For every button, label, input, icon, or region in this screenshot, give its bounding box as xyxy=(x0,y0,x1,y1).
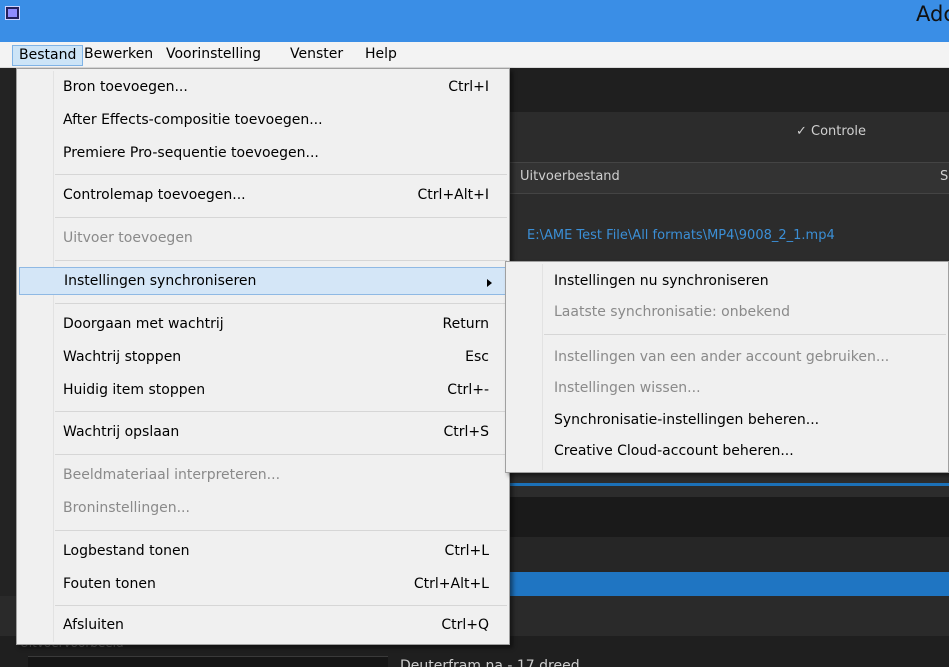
menu-item-source-settings: Broninstellingen... xyxy=(19,495,507,523)
menu-item-label: Huidig item stoppen xyxy=(63,382,206,398)
menu-item-label: Beeldmateriaal interpreteren... xyxy=(63,467,281,483)
menu-bar: Bestand Bewerken Voorinstelling Venster … xyxy=(0,42,949,68)
menu-separator xyxy=(55,303,507,304)
app-toolbar xyxy=(509,68,949,112)
menu-item-label: Instellingen van een ander account gebru… xyxy=(554,349,890,365)
menu-item-stop-queue[interactable]: Wachtrij stoppen Esc xyxy=(19,344,507,372)
encoding-progress-bar xyxy=(509,572,949,596)
column-header-status[interactable]: S xyxy=(940,169,948,184)
menu-separator xyxy=(55,411,507,412)
menu-separator xyxy=(55,605,507,606)
menu-item-label: Instellingen synchroniseren xyxy=(64,273,257,289)
menu-item-add-premiere-seq[interactable]: Premiere Pro-sequentie toevoegen... xyxy=(19,140,507,168)
watch-folder-checkbox[interactable]: ✓ Controle xyxy=(796,124,866,139)
panel-divider xyxy=(509,483,949,486)
menu-item-label: Broninstellingen... xyxy=(63,500,190,516)
menu-item-add-watch-folder[interactable]: Controlemap toevoegen... Ctrl+Alt+I xyxy=(19,182,507,210)
encoding-panel-header xyxy=(509,497,949,537)
menu-item-interpret-footage: Beeldmateriaal interpreteren... xyxy=(19,462,507,490)
menu-item-add-ae-comp[interactable]: After Effects-compositie toevoegen... xyxy=(19,107,507,135)
menu-item-label: Fouten tonen xyxy=(63,576,156,592)
submenu-arrow-icon xyxy=(487,279,492,287)
submenu-item-clear-settings: Instellingen wissen... xyxy=(508,375,946,403)
menu-item-shortcut: Return xyxy=(442,316,489,332)
output-file-link[interactable]: E:\AME Test File\All formats\MP4\9008_2_… xyxy=(527,228,835,243)
menu-item-stop-current[interactable]: Huidig item stoppen Ctrl+- xyxy=(19,377,507,405)
output-preview-area xyxy=(28,656,388,667)
menu-item-label: Synchronisatie-instellingen beheren... xyxy=(554,412,820,428)
menu-item-shortcut: Ctrl+Alt+L xyxy=(413,576,489,592)
encoding-panel-row xyxy=(509,537,949,572)
menu-separator xyxy=(544,334,946,335)
menu-item-label: After Effects-compositie toevoegen... xyxy=(63,112,323,128)
menu-item-label: Wachtrij stoppen xyxy=(63,349,182,365)
submenu-item-manage-sync[interactable]: Synchronisatie-instellingen beheren... xyxy=(508,407,946,435)
menu-voorinstelling[interactable]: Voorinstelling xyxy=(160,45,267,66)
menu-item-sync-settings[interactable]: Instellingen synchroniseren xyxy=(19,267,507,295)
menu-item-add-output: Uitvoer toevoegen xyxy=(19,225,507,253)
menu-bestand[interactable]: Bestand xyxy=(12,45,84,66)
menu-item-shortcut: Esc xyxy=(465,349,489,365)
app-logo-icon xyxy=(5,6,20,20)
menu-item-exit[interactable]: Afsluiten Ctrl+Q xyxy=(19,612,507,640)
menu-item-label: Uitvoer toevoegen xyxy=(63,230,193,246)
sync-settings-submenu: Instellingen nu synchroniseren Laatste s… xyxy=(505,261,949,473)
title-bar: Adc xyxy=(0,0,949,42)
menu-item-show-log[interactable]: Logbestand tonen Ctrl+L xyxy=(19,538,507,566)
menu-item-label: Laatste synchronisatie: onbekend xyxy=(554,304,791,320)
menu-help[interactable]: Help xyxy=(359,45,403,66)
submenu-item-last-sync: Laatste synchronisatie: onbekend xyxy=(508,299,946,327)
menu-item-save-queue[interactable]: Wachtrij opslaan Ctrl+S xyxy=(19,419,507,447)
menu-item-label: Creative Cloud-account beheren... xyxy=(554,443,794,459)
menu-bewerken[interactable]: Bewerken xyxy=(78,45,159,66)
menu-item-label: Doorgaan met wachtrij xyxy=(63,316,224,332)
menu-item-label: Bron toevoegen... xyxy=(63,79,188,95)
menu-item-start-queue[interactable]: Doorgaan met wachtrij Return xyxy=(19,311,507,339)
menu-item-label: Logbestand tonen xyxy=(63,543,190,559)
menu-item-show-errors[interactable]: Fouten tonen Ctrl+Alt+L xyxy=(19,571,507,599)
menu-item-label: Instellingen wissen... xyxy=(554,380,701,396)
menu-separator xyxy=(55,260,507,261)
file-menu-dropdown: Bron toevoegen... Ctrl+I After Effects-c… xyxy=(16,68,510,645)
menu-item-shortcut: Ctrl+Q xyxy=(441,617,489,633)
submenu-item-use-other-account: Instellingen van een ander account gebru… xyxy=(508,344,946,372)
menu-item-label: Instellingen nu synchroniseren xyxy=(554,273,769,289)
menu-item-shortcut: Ctrl+L xyxy=(444,543,489,559)
menu-item-shortcut: Ctrl+- xyxy=(447,382,489,398)
menu-item-label: Controlemap toevoegen... xyxy=(63,187,246,203)
column-header-output[interactable]: Uitvoerbestand xyxy=(520,169,620,184)
menu-separator xyxy=(55,454,507,455)
menu-item-label: Afsluiten xyxy=(63,617,124,633)
menu-item-shortcut: Ctrl+Alt+I xyxy=(417,187,489,203)
menu-item-label: Wachtrij opslaan xyxy=(63,424,180,440)
menu-venster[interactable]: Venster xyxy=(284,45,349,66)
window-title: Adc xyxy=(916,2,949,26)
menu-item-shortcut: Ctrl+S xyxy=(443,424,489,440)
menu-item-shortcut: Ctrl+I xyxy=(448,79,489,95)
menu-separator xyxy=(55,174,507,175)
menu-item-label: Premiere Pro-sequentie toevoegen... xyxy=(63,145,319,161)
menu-separator xyxy=(55,217,507,218)
menu-separator xyxy=(55,530,507,531)
menu-item-add-source[interactable]: Bron toevoegen... Ctrl+I xyxy=(19,74,507,102)
submenu-item-manage-cc-account[interactable]: Creative Cloud-account beheren... xyxy=(508,438,946,466)
submenu-item-sync-now[interactable]: Instellingen nu synchroniseren xyxy=(508,268,946,296)
encoding-status-text: Deuterfram na - 17 dreed xyxy=(400,658,580,667)
